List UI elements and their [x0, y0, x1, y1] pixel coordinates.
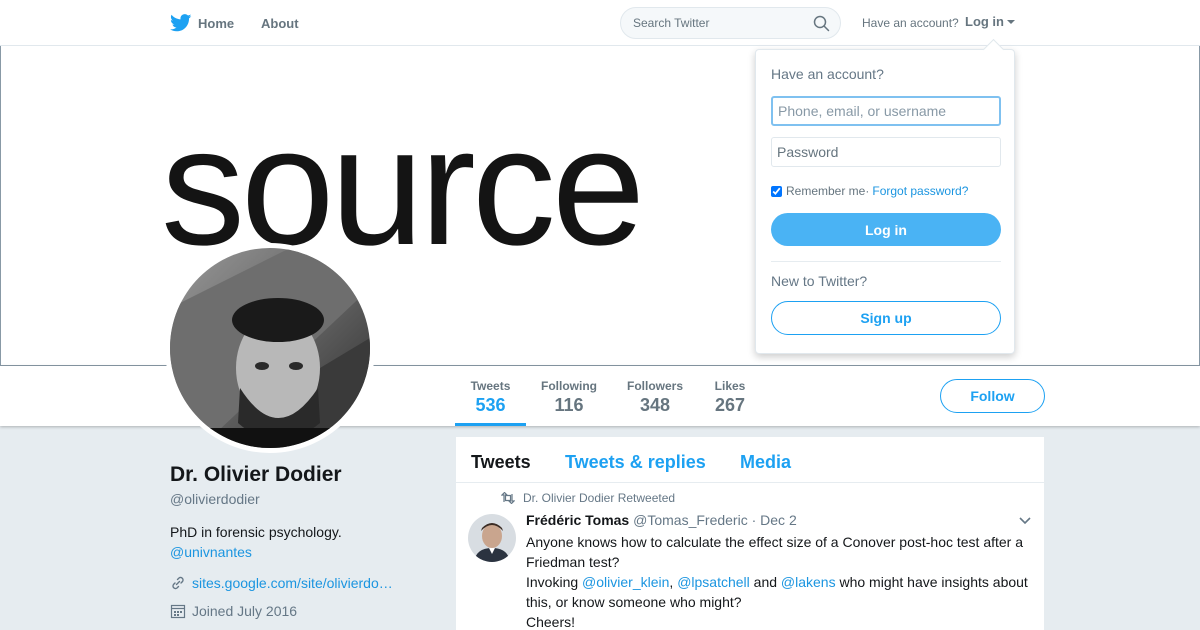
new-to-twitter-text: New to Twitter?: [771, 273, 868, 289]
tweet-line: Anyone knows how to calculate the effect…: [526, 534, 1024, 570]
stat-value: 116: [554, 395, 584, 415]
tweet[interactable]: Dr. Olivier Dodier Retweeted Frédéric To…: [456, 484, 1044, 630]
stat-followers[interactable]: Followers 348: [620, 366, 690, 426]
bio-text: PhD in forensic psychology.: [170, 524, 342, 540]
remember-me: Remember me · Forgot password?: [771, 184, 968, 198]
top-nav: Home About Have an account? Log in: [0, 0, 1200, 46]
stat-following[interactable]: Following 116: [535, 366, 603, 426]
login-toggle-label: Log in: [965, 14, 1004, 29]
stat-value: 536: [475, 395, 506, 415]
profile-handle[interactable]: @olivierdodier: [170, 491, 260, 507]
chevron-down-icon[interactable]: [1018, 516, 1032, 526]
timeline: Tweets Tweets & replies Media Dr. Olivie…: [456, 437, 1044, 630]
retweet-context: Dr. Olivier Dodier Retweeted: [501, 491, 675, 505]
profile-name[interactable]: Dr. Olivier Dodier: [170, 463, 342, 487]
timeline-tabs: Tweets Tweets & replies Media: [456, 437, 1044, 483]
profile-website[interactable]: sites.google.com/site/olivierdo…: [170, 575, 393, 591]
forgot-password-link[interactable]: Forgot password?: [872, 184, 968, 198]
retweet-icon: [501, 492, 515, 504]
remember-separator: ·: [865, 184, 870, 198]
stat-likes[interactable]: Likes 267: [703, 366, 757, 426]
mention-link[interactable]: @lpsatchell: [677, 574, 750, 590]
password-input[interactable]: [771, 137, 1001, 167]
retweet-context-label[interactable]: Dr. Olivier Dodier Retweeted: [523, 491, 675, 505]
stat-label: Tweets: [470, 379, 511, 393]
website-label: sites.google.com/site/olivierdo…: [192, 575, 393, 591]
caret-down-icon: [1007, 19, 1015, 24]
tweet-header: Frédéric Tomas @Tomas_Frederic · Dec 2: [526, 512, 797, 528]
avatar-image: [170, 248, 370, 448]
search-input[interactable]: [621, 8, 801, 38]
tweet-author-handle[interactable]: @Tomas_Frederic: [633, 512, 748, 528]
tweet-text: Anyone knows how to calculate the effect…: [526, 532, 1031, 630]
nav-home-label: Home: [198, 15, 235, 31]
remember-me-checkbox[interactable]: [771, 185, 782, 197]
tweet-author-avatar[interactable]: [468, 514, 516, 562]
search-box[interactable]: [620, 7, 841, 39]
mention-link[interactable]: @olivier_klein: [582, 574, 669, 590]
tab-tweets[interactable]: Tweets: [471, 452, 531, 473]
login-dropdown: Have an account? Remember me · Forgot pa…: [755, 49, 1015, 354]
tweet-line: Invoking @olivier_klein, @lpsatchell and…: [526, 572, 1031, 612]
joined-label: Joined July 2016: [192, 603, 298, 619]
remember-me-label: Remember me: [786, 184, 866, 198]
tweet-text-fragment: Invoking: [526, 574, 583, 590]
twitter-bird-icon: [170, 14, 192, 32]
profile-avatar[interactable]: [165, 243, 375, 453]
stat-value: 348: [639, 395, 671, 415]
tab-media[interactable]: Media: [740, 452, 791, 473]
tweet-separator: ·: [747, 512, 761, 528]
signup-button[interactable]: Sign up: [771, 301, 1001, 335]
stat-label: Following: [541, 379, 597, 393]
calendar-icon: [170, 604, 186, 619]
username-input[interactable]: [771, 96, 1001, 126]
link-icon: [172, 576, 184, 590]
tweet-text-fragment: and: [749, 574, 781, 590]
stat-label: Likes: [714, 379, 746, 393]
tweet-line: Cheers!: [526, 614, 576, 630]
tweet-avatar-image: [468, 514, 516, 562]
login-heading: Have an account?: [771, 66, 884, 82]
login-button[interactable]: Log in: [771, 213, 1001, 246]
mention-link[interactable]: @lakens: [781, 574, 836, 590]
nav-about[interactable]: About: [261, 0, 299, 46]
profile-bio: PhD in forensic psychology. @univnantes: [170, 522, 430, 562]
nav-home[interactable]: Home: [170, 0, 234, 46]
tab-tweets-replies[interactable]: Tweets & replies: [565, 452, 706, 473]
follow-button[interactable]: Follow: [940, 379, 1045, 413]
tweet-date[interactable]: Dec 2: [760, 512, 797, 528]
stat-label: Followers: [626, 379, 683, 393]
profile-joined: Joined July 2016: [170, 603, 297, 619]
tweet-author-name[interactable]: Frédéric Tomas: [526, 512, 629, 528]
stat-tweets[interactable]: Tweets 536: [455, 366, 526, 426]
stat-value: 267: [714, 395, 746, 415]
login-toggle[interactable]: Log in: [965, 14, 1015, 29]
have-account-text: Have an account?: [862, 16, 959, 30]
bio-mention-link[interactable]: @univnantes: [170, 544, 252, 560]
search-icon[interactable]: [813, 15, 830, 32]
divider: [771, 261, 1001, 262]
